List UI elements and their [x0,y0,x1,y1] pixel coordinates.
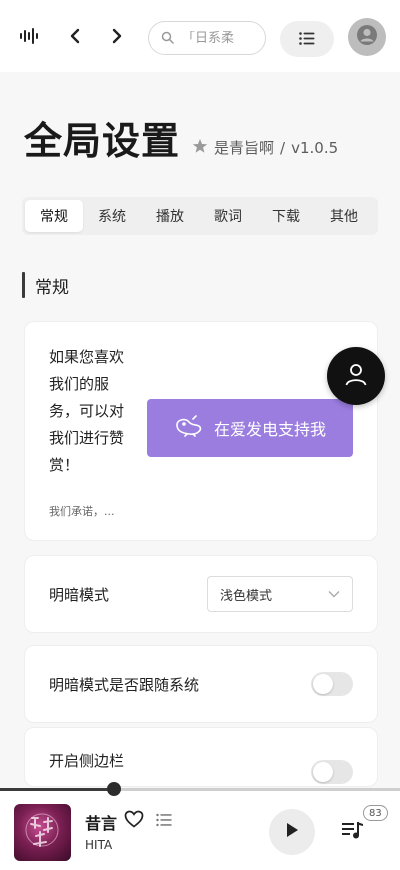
settings-tabs: 常规 系统 播放 歌词 下载 其他 [22,197,378,235]
donate-card: 如果您喜欢我们的服务，可以对我们进行赞赏！ 我们承诺，... 在爱发电支持我 [24,321,378,541]
afdian-icon [174,415,204,441]
theme-mode-select[interactable]: 浅色模式 [207,576,353,612]
tab-playback[interactable]: 播放 [141,200,199,232]
search-icon [161,29,174,48]
tab-lyrics[interactable]: 歌词 [199,200,257,232]
chevron-down-icon [328,587,340,602]
avatar[interactable] [348,18,386,56]
tab-system[interactable]: 系统 [83,200,141,232]
search-input[interactable] [182,30,254,46]
star-icon [192,138,208,158]
playlist-queue-icon[interactable] [342,820,364,844]
search-box[interactable] [148,21,266,55]
song-artist[interactable]: HITA [85,838,112,852]
tab-general[interactable]: 常规 [25,200,83,232]
tab-other[interactable]: 其他 [315,200,373,232]
forward-arrow-icon[interactable] [105,24,129,48]
version-separator: / [280,138,286,157]
progress-thumb[interactable] [107,782,121,796]
page-subtitle: 是青旨啊 / v1.0.5 [192,137,338,160]
player-bar: 昔言 HITA 83 [0,782,400,870]
user-outline-icon [343,361,369,391]
sidebar-toggle[interactable] [311,760,353,784]
queue-count-badge: 83 [363,805,388,821]
sidebar-setting-card: 开启侧边栏 [24,727,378,787]
follow-system-card: 明暗模式是否跟随系统 [24,645,378,723]
afdian-support-button[interactable]: 在爱发电支持我 [147,399,353,457]
play-button[interactable] [269,809,315,855]
song-menu-icon[interactable] [156,812,172,831]
floating-user-button[interactable] [327,347,385,405]
menu-list-button[interactable] [280,21,334,57]
section-title: 常规 [35,277,69,298]
page-header: 全局设置 是青旨啊 / v1.0.5 [24,122,338,160]
version-label: v1.0.5 [291,138,339,157]
heart-icon[interactable] [124,810,144,832]
follow-system-label: 明暗模式是否跟随系统 [49,675,200,694]
theme-mode-card: 明暗模式 浅色模式 [24,555,378,633]
album-cover[interactable] [14,804,71,861]
user-icon [356,24,378,50]
theme-mode-label: 明暗模式 [49,585,110,604]
list-icon [299,30,315,49]
play-icon [285,822,299,842]
top-bar [0,0,400,72]
progress-fill [0,788,114,791]
waveform-icon[interactable] [18,24,42,48]
toggle-knob [313,762,333,782]
theme-mode-value: 浅色模式 [220,588,273,604]
afdian-button-label: 在爱发电支持我 [213,420,326,439]
song-title[interactable]: 昔言 [85,810,117,834]
page-title: 全局设置 [24,119,181,163]
section-marker [22,272,25,298]
tab-download[interactable]: 下载 [257,200,315,232]
back-arrow-icon[interactable] [63,24,87,48]
section-header: 常规 [22,272,69,298]
author-name[interactable]: 是青旨啊 [214,137,274,158]
sidebar-setting-label: 开启侧边栏 [49,752,125,770]
toggle-knob [313,674,333,694]
follow-system-toggle[interactable] [311,672,353,696]
donate-message: 如果您喜欢我们的服务，可以对我们进行赞赏！ [49,348,125,474]
donate-note: 我们承诺，... [49,505,115,518]
progress-bar[interactable] [0,782,400,796]
